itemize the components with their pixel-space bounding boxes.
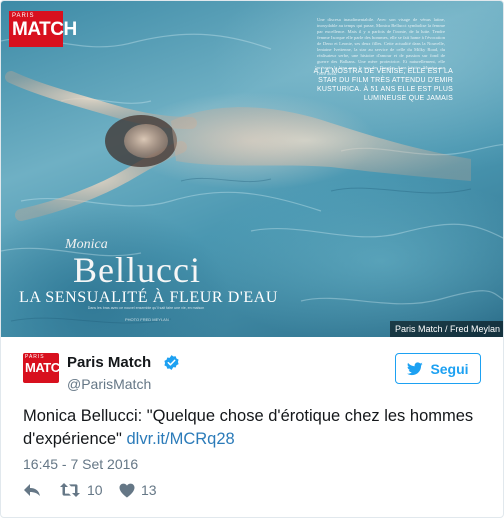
- magazine-caption: Dans les bras avec ce nouvel ensemble qu…: [87, 306, 205, 310]
- retweet-count: 10: [87, 482, 103, 498]
- heart-icon: [119, 483, 135, 497]
- magazine-last-name: Bellucci: [73, 250, 201, 290]
- verified-badge-icon: [164, 355, 179, 370]
- tweet-text-body: Monica Bellucci: "Quelque chose d'érotiq…: [23, 407, 474, 448]
- avatar[interactable]: PARIS MATCH: [23, 353, 69, 383]
- magazine-subtitle: LA SENSUALITÉ À FLEUR D'EAU: [19, 289, 279, 306]
- tweet-timestamp[interactable]: 16:45 - 7 Set 2016: [23, 455, 138, 473]
- avatar-match-text: MATCH: [25, 360, 69, 375]
- reply-button[interactable]: [23, 481, 41, 499]
- logo-match-text: MATCH: [12, 19, 77, 40]
- retweet-button[interactable]: 10: [59, 481, 103, 499]
- twitter-bird-icon: [407, 361, 424, 375]
- like-button[interactable]: 13: [119, 481, 157, 499]
- photo-credit: Paris Match / Fred Meylan: [389, 321, 503, 337]
- follow-button[interactable]: Segui: [395, 353, 481, 384]
- tweet-text: Monica Bellucci: "Quelque chose d'érotiq…: [23, 405, 485, 451]
- magazine-photo-by: PHOTO FRED MEYLAN: [125, 317, 169, 322]
- tweet-photo[interactable]: PARIS MATCH Une discesa inaudimentabile.…: [1, 1, 503, 337]
- tweet-link[interactable]: dlvr.it/MCRq28: [127, 430, 235, 448]
- retweet-icon: [60, 483, 80, 497]
- author-handle[interactable]: @ParisMatch: [67, 375, 151, 393]
- like-count: 13: [141, 482, 157, 498]
- follow-button-label: Segui: [430, 360, 469, 377]
- magazine-highlight: À LA MOSTRA DE VENISE, ELLE EST LA STAR …: [313, 68, 453, 102]
- paris-match-logo: PARIS MATCH: [9, 11, 77, 47]
- reply-icon: [24, 484, 40, 496]
- tweet-card: PARIS MATCH Une discesa inaudimentabile.…: [0, 0, 504, 518]
- author-name[interactable]: Paris Match: [67, 353, 151, 372]
